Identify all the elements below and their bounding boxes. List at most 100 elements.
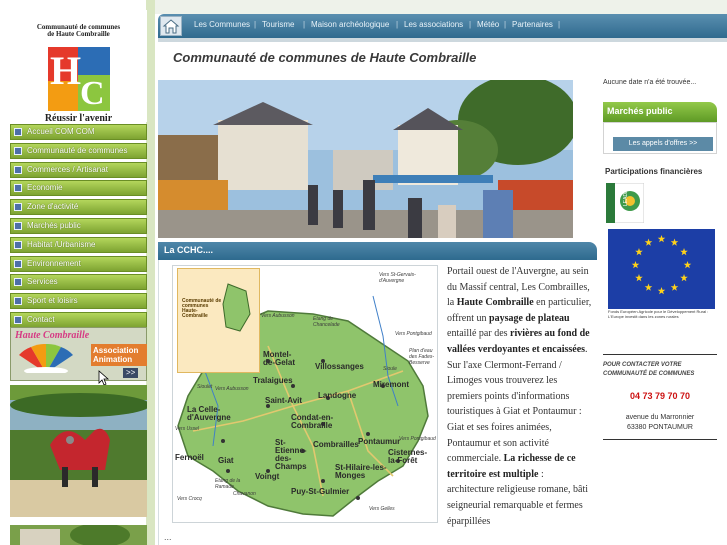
logo-text: Communauté de communes de Haute Combrail… — [10, 24, 147, 38]
nav-tourisme[interactable]: Tourisme — [262, 20, 294, 29]
map-small-label: Vers Gelles — [369, 506, 395, 512]
map-place: St-Hilaire-les-Monges — [335, 463, 387, 480]
map-place: Landogne — [318, 391, 357, 400]
marches-title: Marchés public — [607, 106, 673, 116]
sidebar-item-services[interactable]: Services — [10, 274, 147, 291]
sidebar-item-label: Economie — [27, 183, 63, 193]
sidebar-item-label: Accueil COM COM — [27, 127, 95, 136]
left-sidebar: Communauté de communes de Haute Combrail… — [0, 0, 155, 545]
territory-map: Communauté de communes Haute-Combraille … — [172, 265, 438, 523]
contact-heading: POUR CONTACTER VOTRE COMMUNAUTÉ DE COMMU… — [603, 362, 695, 377]
participations-heading: Participations financières — [605, 167, 703, 176]
inset-label: Communauté de communes Haute-Combraille — [182, 298, 222, 319]
nav-meteo[interactable]: Météo — [477, 20, 499, 29]
sidebar-item-marches-public[interactable]: Marchés public — [10, 217, 147, 234]
nav-separator: | — [469, 20, 472, 29]
sidebar-item-commerces[interactable]: Commerces / Artisanat — [10, 161, 147, 178]
sidebar-item-label: Contact — [27, 314, 55, 324]
map-place: La Celle-d'Auvergne — [187, 405, 231, 422]
logo-letter-c: C — [80, 75, 105, 112]
map-small-label: Sioulet — [197, 384, 213, 390]
section-header-bar: La CCHC.... — [158, 242, 597, 260]
intro-paragraph: Portail ouest de l'Auvergne, au sein du … — [447, 264, 593, 529]
map-place: Giat — [218, 456, 234, 465]
continuation-ellipsis: ... — [164, 532, 172, 542]
map-place: Montel-de-Gelat — [263, 350, 296, 367]
eu-flag-logo[interactable] — [608, 229, 715, 309]
section-title: La CCHC.... — [164, 245, 214, 255]
banner-title: Haute Combraille — [15, 330, 90, 341]
inset-region-shape — [222, 283, 251, 332]
nav-partenaires[interactable]: Partenaires — [512, 20, 553, 29]
menu-bullet-icon — [14, 146, 22, 155]
appels-offres-button[interactable]: Les appels d'offres >> — [613, 137, 713, 151]
map-small-label: Etang de Chancelade — [313, 316, 340, 328]
sidebar-item-environnement[interactable]: Environnement — [10, 255, 147, 272]
association-animation-banner[interactable]: Haute Combraille Association Animation >… — [10, 327, 147, 381]
sidebar-item-accueil[interactable]: Accueil COM COM — [10, 124, 147, 140]
map-place: Miremont — [373, 380, 409, 389]
menu-bullet-icon — [14, 128, 22, 136]
banner-label: Association Animation — [91, 344, 147, 366]
sidebar-item-label: Communauté de communes — [27, 145, 128, 155]
map-place: Villossanges — [315, 362, 364, 371]
logo-line2: de Haute Combraille — [47, 30, 110, 38]
map-small-label: Vers Aubusson — [261, 313, 295, 319]
leader-logo[interactable]: LEADER — [606, 183, 644, 223]
sidebar-item-label: Habitat /Urbanisme — [27, 239, 96, 249]
sidebar-item-communaute[interactable]: Communauté de communes — [10, 142, 147, 159]
sidebar-item-contact[interactable]: Contact — [10, 311, 147, 328]
page-title: Communauté de communes de Haute Combrail… — [173, 50, 477, 65]
nav-shadow — [158, 38, 727, 42]
paragraph-emphasis: Haute Combraille — [456, 297, 534, 309]
map-small-label: Etang de la Ramade — [215, 478, 241, 490]
paragraph-text: entaillé par des — [447, 328, 511, 340]
menu-bullet-icon — [14, 165, 22, 174]
nav-les-communes[interactable]: Les Communes — [194, 20, 250, 29]
banner-more-button[interactable]: >> — [123, 368, 139, 378]
contact-phone: 04 73 79 70 70 — [629, 391, 691, 401]
logo-slogan: Réussir l'avenir — [44, 113, 113, 124]
menu-bullet-icon — [14, 240, 22, 249]
leader-logo-text: LEADER — [623, 186, 629, 206]
nav-les-associations[interactable]: Les associations — [404, 20, 463, 29]
sidebar-item-label: Commerces / Artisanat — [27, 164, 108, 174]
sidebar-item-economie[interactable]: Economie — [10, 180, 147, 197]
top-strip — [155, 0, 727, 14]
map-inset: Communauté de communes Haute-Combraille — [177, 268, 260, 373]
nav-separator: | — [254, 20, 257, 29]
map-place: St-Etienne-des-Champs — [275, 438, 307, 471]
map-small-label: Plan d'eau des Fades-Besserve — [409, 348, 435, 366]
menu-bullet-icon — [14, 297, 22, 306]
home-icon — [162, 19, 180, 34]
menu-bullet-icon — [14, 278, 22, 287]
sidebar-item-habitat[interactable]: Habitat /Urbanisme — [10, 236, 147, 253]
mouse-cursor-icon — [98, 370, 110, 386]
sidebar-item-sport-loisirs[interactable]: Sport et loisirs — [10, 293, 147, 310]
menu-bullet-icon — [14, 184, 22, 193]
map-small-label: Sioule — [383, 366, 397, 372]
marches-header: Marchés public — [603, 102, 717, 122]
map-small-label: Chavanon — [233, 491, 256, 497]
eu-caption: Fonds Européen Agricole pour le Développ… — [608, 309, 709, 319]
map-place: Tralaigues — [253, 376, 293, 385]
map-place: Condat-en-Combraille — [291, 413, 334, 430]
nav-maison-archeologique[interactable]: Maison archéologique — [311, 20, 389, 29]
sidebar-menu: Accueil COM COM Communauté de communes C… — [10, 124, 147, 331]
site-logo[interactable]: Communauté de communes de Haute Combrail… — [10, 10, 147, 124]
agenda-empty-message: Aucune date n'a été trouvée... — [603, 79, 697, 86]
contact-address-line1: avenue du Marronnier — [625, 414, 695, 421]
nav-separator: | — [504, 20, 507, 29]
paragraph-text: . Sur l'axe Clermont-Ferrand / Limoges v… — [447, 343, 588, 465]
map-place: Cisternes-la-Forêt — [388, 448, 428, 465]
sidebar-item-label: Services — [27, 277, 58, 287]
sidebar-item-label: Environnement — [27, 258, 81, 268]
sidebar-item-label: Sport et loisirs — [27, 296, 78, 306]
menu-bullet-icon — [14, 259, 22, 268]
divider — [603, 354, 717, 355]
home-button[interactable] — [160, 16, 182, 36]
nav-separator: | — [558, 20, 561, 29]
sidebar-item-zone-activite[interactable]: Zone d'activité — [10, 199, 147, 216]
nav-separator: | — [303, 20, 306, 29]
map-small-label: Vers Aubusson — [215, 386, 249, 392]
